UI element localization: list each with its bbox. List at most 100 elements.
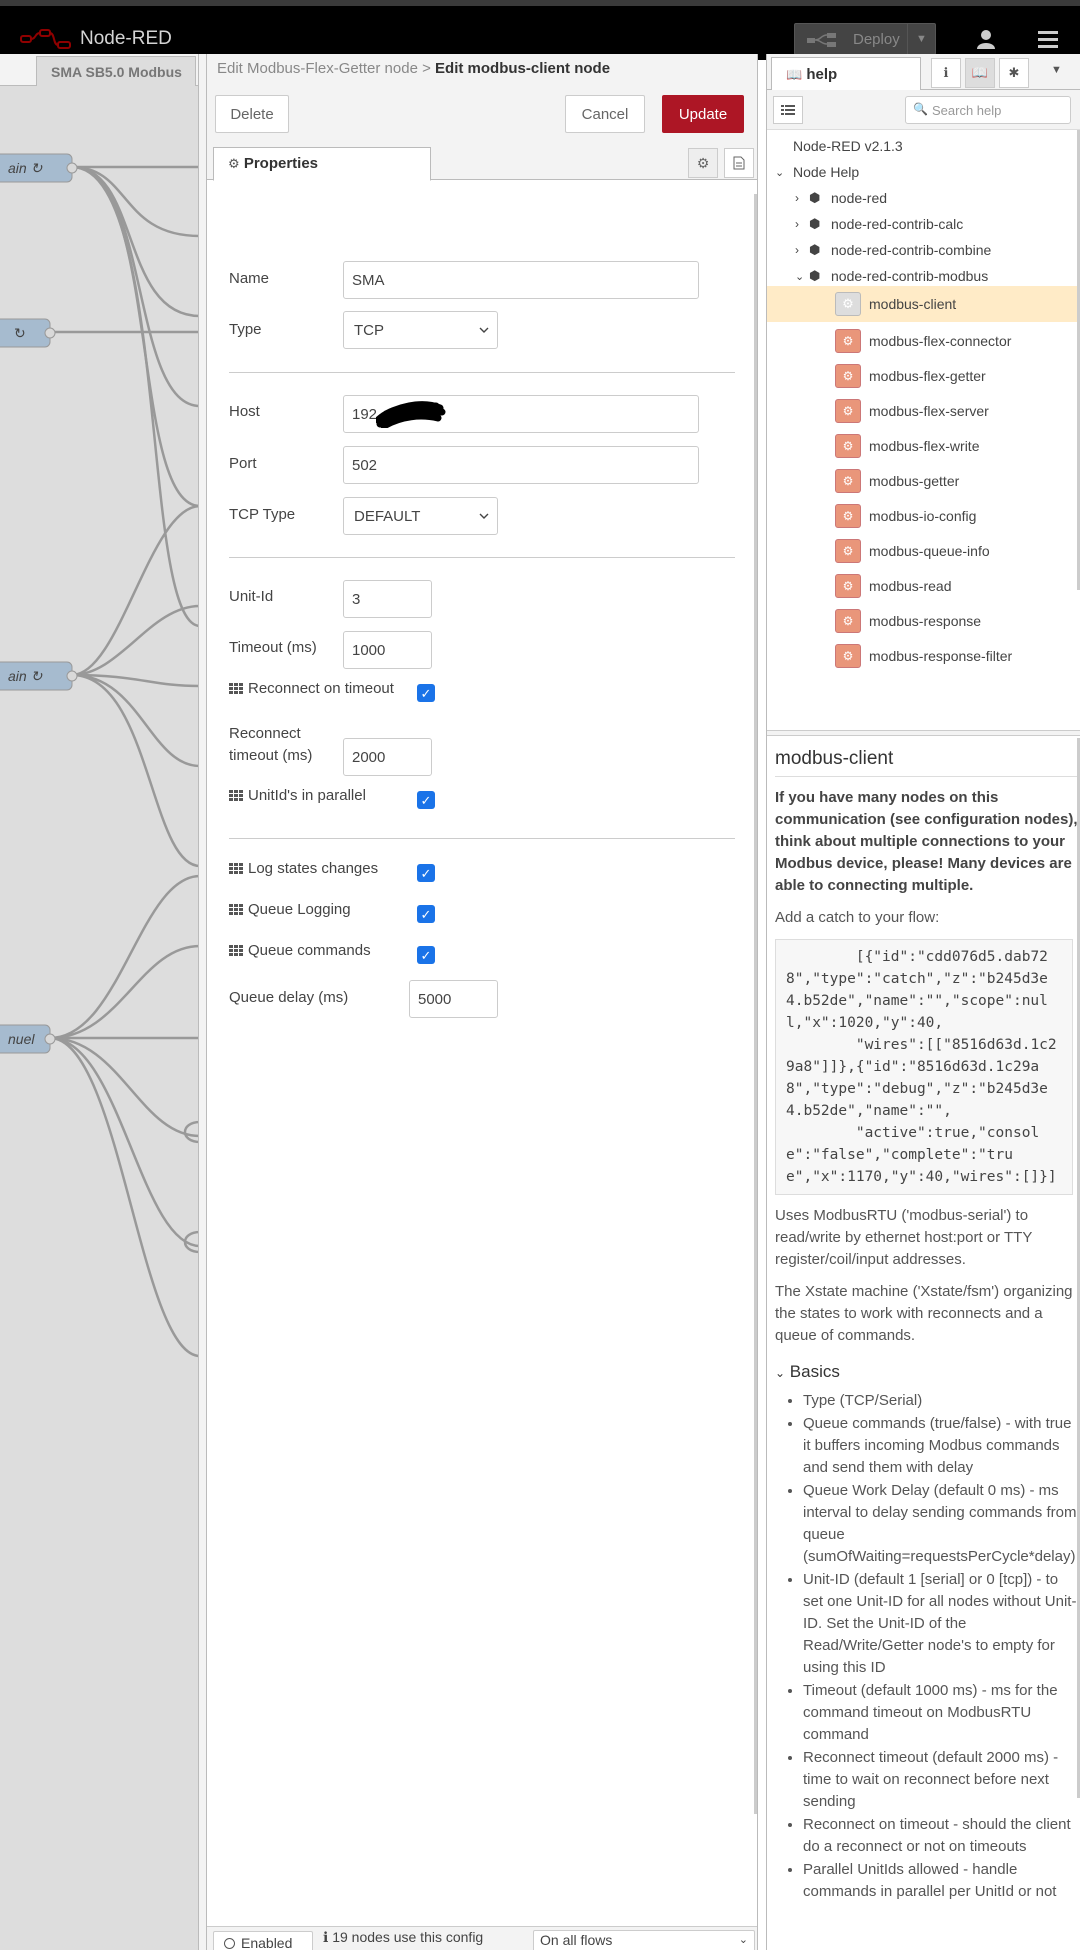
help-basics-heading[interactable]: ⌄ Basics (775, 1361, 1080, 1384)
reconnect-on-timeout-checkbox[interactable]: ✓ (417, 684, 435, 702)
tab-properties[interactable]: ⚙ Properties (213, 147, 431, 181)
chevron-down-icon (479, 513, 489, 519)
unit-id-input[interactable]: 3 (343, 580, 432, 618)
chevron-down-icon: ⌄ (775, 166, 785, 179)
tree-item-label: modbus-queue-info (869, 543, 990, 559)
tree-item-node[interactable]: ⚙ modbus-flex-connector (767, 324, 1080, 358)
divider (229, 557, 735, 558)
node-red-logo-icon (20, 29, 71, 49)
tree-item-node[interactable]: ⚙ modbus-io-config (767, 499, 1080, 533)
chevron-right-icon: › (795, 243, 799, 257)
toggle-toc-button[interactable] (773, 96, 803, 124)
help-xstate-text: The Xstate machine ('Xstate/fsm') organi… (775, 1283, 1073, 1344)
help-intro: If you have many nodes on this communica… (775, 789, 1078, 894)
list-item: Reconnect on timeout - should the client… (803, 1814, 1079, 1858)
tree-item-node[interactable]: ⚙ modbus-getter (767, 464, 1080, 498)
node-icon: ⚙ (835, 434, 861, 458)
deploy-dropdown-icon[interactable]: ▼ (907, 24, 935, 54)
node-description-button[interactable] (724, 148, 754, 178)
cancel-button[interactable]: Cancel (565, 95, 645, 133)
tree-item-label: modbus-flex-connector (869, 333, 1012, 349)
debug-tab-button[interactable]: ✱ (999, 58, 1029, 88)
bug-icon: ✱ (1008, 65, 1020, 80)
name-input[interactable]: SMA (343, 261, 699, 299)
workspace-splitter[interactable] (198, 54, 206, 1950)
help-tab-button[interactable]: 📖 (965, 58, 995, 88)
workspace-node-label: ain ↻ (8, 160, 43, 176)
package-icon: ⬢ (809, 242, 821, 257)
queue-logging-checkbox[interactable]: ✓ (417, 905, 435, 923)
delete-button[interactable]: Delete (215, 95, 289, 133)
queue-commands-text: Queue commands (248, 942, 371, 959)
user-menu-button[interactable] (966, 20, 1006, 58)
sidebar-splitter[interactable] (767, 730, 1080, 736)
queue-commands-checkbox[interactable]: ✓ (417, 946, 435, 964)
sidebar-menu-caret[interactable]: ▼ (1051, 64, 1062, 76)
tree-item-node[interactable]: ⚙ modbus-client (767, 286, 1080, 322)
deploy-button[interactable]: Deploy ▼ (794, 23, 936, 55)
divider (229, 838, 735, 839)
tree-item-version[interactable]: Node-RED v2.1.3 (767, 132, 1080, 160)
unitids-parallel-text: UnitId's in parallel (248, 787, 366, 804)
port-label: Port (229, 455, 257, 472)
gear-icon: ⚙ (696, 154, 710, 171)
chevron-down-icon (479, 327, 489, 333)
chevron-down-icon: ⌄ (738, 1934, 748, 1946)
unitids-parallel-checkbox[interactable]: ✓ (417, 791, 435, 809)
tab-help[interactable]: 📖 help (771, 57, 921, 91)
timeout-input[interactable]: 1000 (343, 631, 432, 669)
node-icon: ⚙ (835, 539, 861, 563)
tree-item-node[interactable]: ⚙ modbus-flex-write (767, 429, 1080, 463)
tree-item-node[interactable]: ⚙ modbus-flex-server (767, 394, 1080, 428)
deploy-label: Deploy (853, 30, 900, 48)
editor-tray: Edit Modbus-Flex-Getter node > Edit modb… (206, 54, 758, 1950)
tree-item-package[interactable]: › ⬢ node-red-contrib-combine (767, 236, 1080, 264)
main-menu-button[interactable] (1028, 20, 1068, 58)
list-item: Type (TCP/Serial) (803, 1390, 1079, 1412)
port-input[interactable]: 502 (343, 446, 699, 484)
timeout-label: Timeout (ms) (229, 639, 317, 656)
tree-item-node-help[interactable]: ⌄ Node Help (767, 158, 1080, 186)
breadcrumb-parent[interactable]: Edit Modbus-Flex-Getter node (217, 60, 418, 77)
help-content: modbus-client If you have many nodes on … (767, 738, 1080, 1950)
tree-item-label: node-red (831, 190, 888, 206)
tree-item-node[interactable]: ⚙ modbus-read (767, 569, 1080, 603)
tree-item-node[interactable]: ⚙ modbus-flex-getter (767, 359, 1080, 393)
flow-workspace[interactable]: SMA SB5.0 Modbus ain ↻ ↻ ain ↻ nuel (0, 54, 200, 1950)
chevron-down-icon: ⌄ (775, 1366, 786, 1380)
tree-item-package[interactable]: › ⬢ node-red (767, 184, 1080, 212)
help-search-input[interactable]: Search help (905, 96, 1071, 124)
checkmark-icon: ✓ (420, 947, 432, 963)
reconnect-timeout-label-line1: Reconnect (229, 725, 301, 742)
breadcrumb-separator: > (422, 60, 431, 77)
host-input[interactable]: 192 (343, 395, 699, 433)
tree-item-node[interactable]: ⚙ modbus-response-filter (767, 639, 1080, 673)
type-select-value: TCP (354, 321, 384, 339)
scope-select[interactable]: On all flows ⌄ (533, 1930, 755, 1950)
tree-item-node[interactable]: ⚙ modbus-response (767, 604, 1080, 638)
info-tab-button[interactable]: ℹ (931, 58, 961, 88)
checkmark-icon: ✓ (420, 792, 432, 808)
chevron-right-icon: › (795, 191, 799, 205)
log-states-checkbox[interactable]: ✓ (417, 864, 435, 882)
update-button[interactable]: Update (662, 95, 744, 133)
chevron-right-icon: › (795, 217, 799, 231)
node-settings-button[interactable]: ⚙ (688, 148, 718, 178)
flow-tab[interactable]: SMA SB5.0 Modbus (36, 56, 196, 86)
tcp-type-select[interactable]: DEFAULT (343, 497, 498, 535)
reconnect-timeout-input[interactable]: 2000 (343, 738, 432, 776)
tree-item-package[interactable]: › ⬢ node-red-contrib-calc (767, 210, 1080, 238)
tray-scrollbar[interactable] (754, 194, 757, 1814)
sidebar-tabs: 📖 help ℹ 📖 ✱ ▼ (767, 54, 1080, 91)
header-bar: Node-RED Deploy ▼ (0, 12, 1080, 60)
type-select[interactable]: TCP (343, 311, 498, 349)
tree-item-node[interactable]: ⚙ modbus-queue-info (767, 534, 1080, 568)
help-basics-title: Basics (789, 1362, 840, 1381)
flow-canvas[interactable]: ain ↻ ↻ ain ↻ nuel (0, 86, 200, 1950)
enabled-toggle[interactable]: Enabled (213, 1931, 313, 1950)
checkmark-icon: ✓ (420, 865, 432, 881)
list-item: Queue commands (true/false) - with true … (803, 1413, 1079, 1479)
queue-delay-input[interactable]: 5000 (409, 980, 498, 1018)
list-item: Parallel UnitIds allowed - handle comman… (803, 1859, 1079, 1903)
info-icon: ℹ (943, 65, 949, 80)
